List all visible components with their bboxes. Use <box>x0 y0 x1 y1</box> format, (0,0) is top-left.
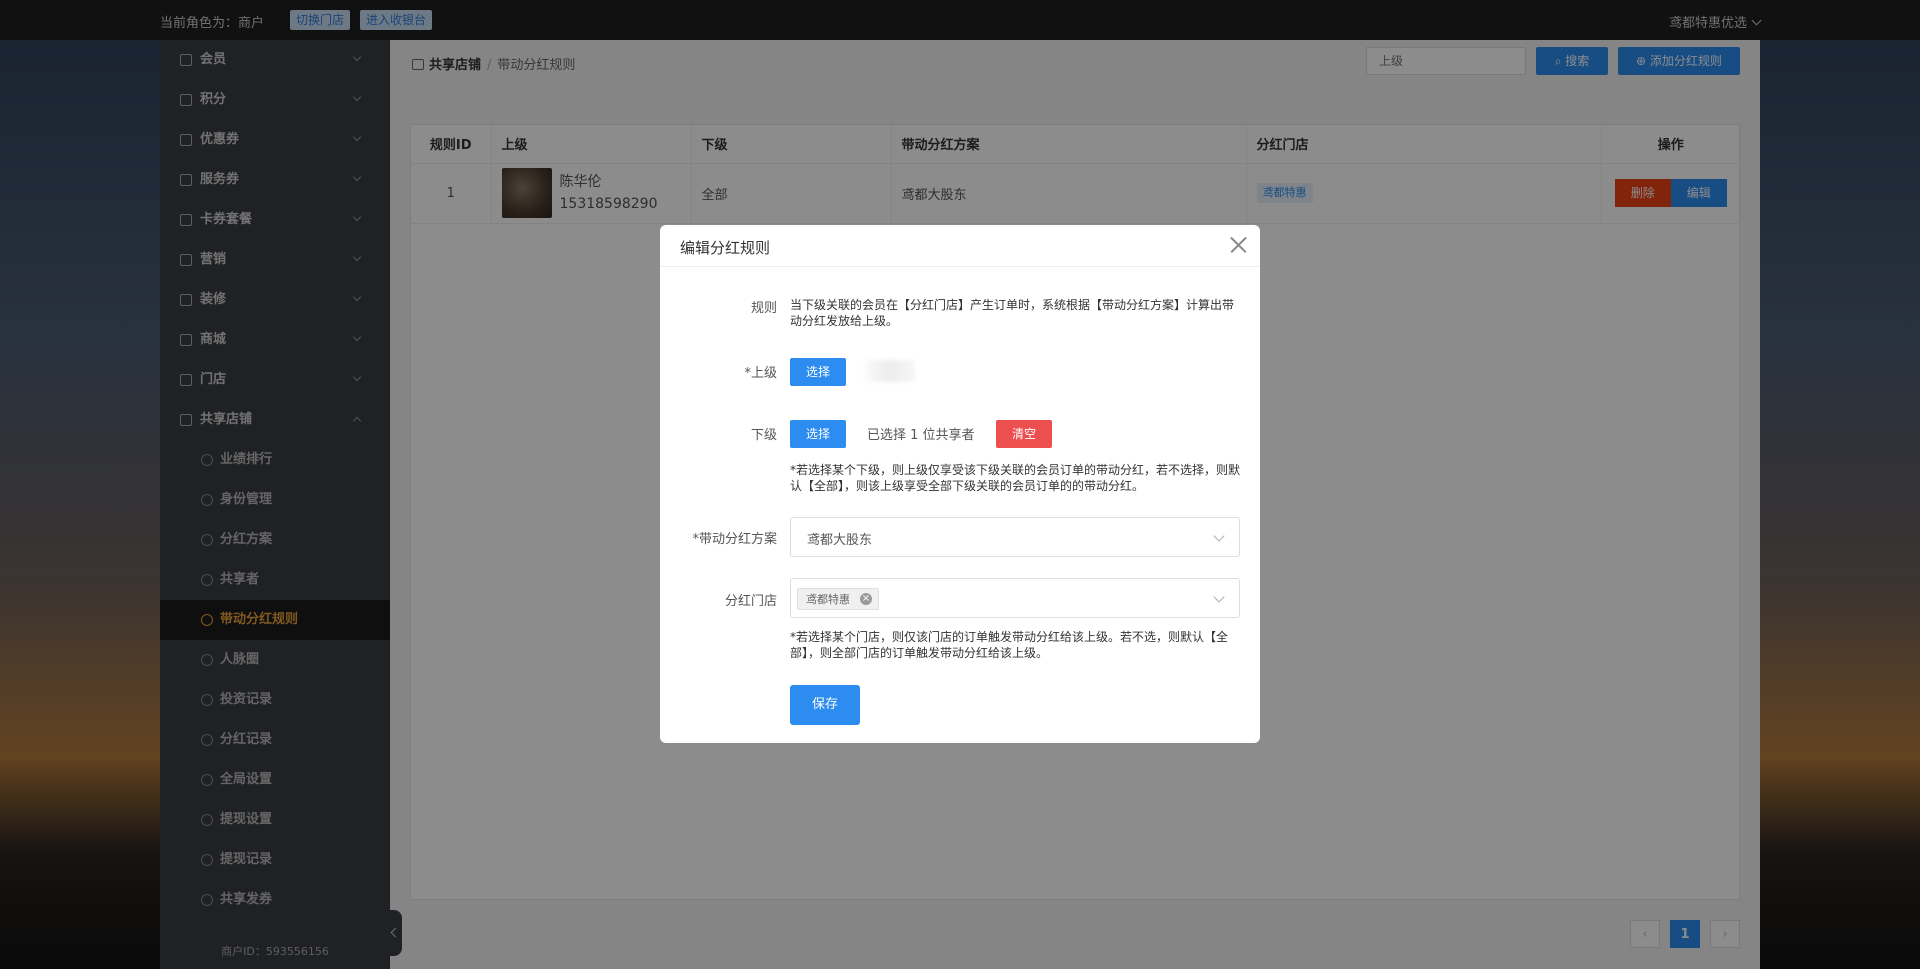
rule-description: 当下级关联的会员在【分红门店】产生订单时，系统根据【带动分红方案】计算出带动分红… <box>790 298 1235 328</box>
clear-button[interactable]: 清空 <box>996 420 1052 448</box>
modal-header: 编辑分红规则 <box>660 225 1260 267</box>
chevron-down-icon <box>1213 530 1225 542</box>
selected-count: 已选择 1 位共享者 <box>867 428 975 443</box>
save-button[interactable]: 保存 <box>790 685 860 725</box>
subordinate-label: 下级 <box>750 428 777 443</box>
store-chip: 鸢都特惠 × <box>797 588 879 610</box>
selected-superior-name <box>865 360 915 382</box>
plan-select[interactable]: 鸢都大股东 <box>790 517 1240 557</box>
store-hint: *若选择某个门店，则仅该门店的订单触发带动分红给该上级。若不选，则默认【全部】，… <box>790 630 1229 660</box>
modal-title: 编辑分红规则 <box>680 239 771 257</box>
select-subordinate-button[interactable]: 选择 <box>790 420 846 448</box>
subordinate-hint: *若选择某个下级，则上级仅享受该下级关联的会员订单的带动分红，若不选择，则默认【… <box>790 463 1241 493</box>
chevron-down-icon <box>1213 591 1225 603</box>
plan-select-value: 鸢都大股东 <box>807 533 873 548</box>
remove-chip-icon[interactable]: × <box>860 593 872 605</box>
store-select[interactable]: 鸢都特惠 × <box>790 578 1240 618</box>
store-label: 分红门店 <box>724 594 777 609</box>
superior-label: *上级 <box>744 366 777 381</box>
plan-label: *带动分红方案 <box>692 532 777 547</box>
store-chip-label: 鸢都特惠 <box>806 593 850 606</box>
rule-label: 规则 <box>750 301 777 316</box>
close-icon[interactable] <box>1226 233 1250 257</box>
edit-dividend-rule-modal: 编辑分红规则 规则 当下级关联的会员在【分红门店】产生订单时，系统根据【带动分红… <box>660 225 1260 743</box>
select-superior-button[interactable]: 选择 <box>790 358 846 386</box>
